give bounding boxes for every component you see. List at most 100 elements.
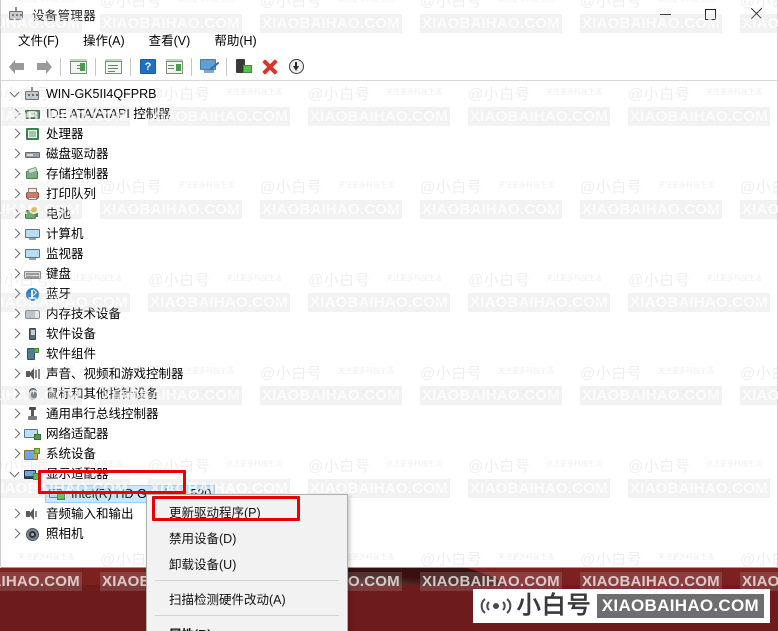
close-button[interactable]: [733, 0, 778, 28]
menu-action[interactable]: 操作(A): [71, 30, 137, 52]
tree-item-label: 电池: [46, 207, 72, 221]
menu-file[interactable]: 文件(F): [6, 30, 71, 52]
chevron-right-icon[interactable]: [8, 426, 24, 442]
tree-item-6[interactable]: 计算机: [0, 224, 778, 244]
properties-icon[interactable]: [100, 55, 126, 79]
toolbar-separator: [226, 57, 227, 76]
tree-item-content: 电池: [24, 206, 71, 222]
chevron-right-icon[interactable]: [8, 366, 24, 382]
site-logo: 小白号 XIAOBAIHAO.COM: [472, 589, 770, 623]
device-tree[interactable]: WIN-GK5II4QFPRB IDE ATA/ATAPI 控制器处理器磁盘驱动…: [0, 81, 778, 567]
tree-item-3[interactable]: 存储控制器: [0, 164, 778, 184]
tree-item-20[interactable]: 音频输入和输出: [0, 504, 778, 524]
chevron-right-icon[interactable]: [8, 206, 24, 222]
tree-root-row[interactable]: WIN-GK5II4QFPRB: [0, 84, 778, 104]
update-driver-icon[interactable]: [231, 55, 257, 79]
tree-item-9[interactable]: 蓝牙: [0, 284, 778, 304]
chevron-right-icon[interactable]: [8, 106, 24, 122]
tree-item-label: 显示适配器: [46, 467, 109, 481]
tree-item-5[interactable]: 电池: [0, 204, 778, 224]
chevron-right-icon[interactable]: [8, 286, 24, 302]
tree-item-label: 通用串行总线控制器: [46, 407, 159, 421]
display-adapter-icon: [24, 466, 41, 482]
tree-item-content: 键盘: [24, 266, 71, 282]
menu-view[interactable]: 查看(V): [137, 30, 203, 52]
chevron-right-icon[interactable]: [8, 246, 24, 262]
chevron-right-icon[interactable]: [8, 146, 24, 162]
tree-item-4[interactable]: 打印队列: [0, 184, 778, 204]
tree-item-label: 音频输入和输出: [46, 507, 134, 521]
tree-item-10[interactable]: 内存技术设备: [0, 304, 778, 324]
tree-item-label: 处理器: [46, 127, 84, 141]
chevron-right-icon[interactable]: [8, 406, 24, 422]
tree-item-content: IDE ATA/ATAPI 控制器: [24, 106, 171, 122]
tree-item-17[interactable]: 系统设备: [0, 444, 778, 464]
help-icon[interactable]: ?: [135, 55, 161, 79]
chevron-right-icon[interactable]: [8, 326, 24, 342]
forward-arrow-icon[interactable]: [30, 55, 56, 79]
chevron-right-icon[interactable]: [8, 526, 24, 542]
toolbar-separator: [95, 57, 96, 76]
chevron-right-icon[interactable]: [8, 166, 24, 182]
uninstall-device-icon[interactable]: [257, 55, 283, 79]
window-title: 设备管理器: [32, 8, 97, 23]
context-menu-separator: [155, 580, 339, 581]
chevron-right-icon[interactable]: [8, 306, 24, 322]
show-hide-action-pane-icon[interactable]: [161, 55, 187, 79]
tree-item-16[interactable]: 网络适配器: [0, 424, 778, 444]
tree-item-8[interactable]: 键盘: [0, 264, 778, 284]
tree-item-14[interactable]: 鼠标和其他指针设备: [0, 384, 778, 404]
tree-item-label: 磁盘驱动器: [46, 147, 109, 161]
chevron-right-icon[interactable]: [8, 386, 24, 402]
scan-hardware-changes-icon[interactable]: [196, 55, 222, 79]
computer-node-icon: [24, 226, 41, 242]
tree-item-7[interactable]: 监视器: [0, 244, 778, 264]
chevron-right-icon[interactable]: [8, 186, 24, 202]
disable-device-icon[interactable]: [283, 55, 309, 79]
show-hide-console-tree-icon[interactable]: [65, 55, 91, 79]
ctx-properties[interactable]: 属性(R): [147, 620, 347, 631]
tree-item-2[interactable]: 磁盘驱动器: [0, 144, 778, 164]
ctx-uninstall-device[interactable]: 卸载设备(U): [147, 550, 347, 576]
toolbar-separator: [60, 57, 61, 76]
chevron-down-icon[interactable]: [8, 86, 24, 102]
storage-controller-icon: [24, 166, 41, 182]
tree-item-0[interactable]: IDE ATA/ATAPI 控制器: [0, 104, 778, 124]
ctx-update-driver[interactable]: 更新驱动程序(P): [147, 498, 347, 524]
maximize-icon: [705, 8, 716, 20]
ctx-disable-device[interactable]: 禁用设备(D): [147, 524, 347, 550]
tree-item-label: 软件设备: [46, 327, 97, 341]
tree-item-1[interactable]: 处理器: [0, 124, 778, 144]
network-adapter-icon: [24, 426, 41, 442]
tree-item-15[interactable]: 通用串行总线控制器: [0, 404, 778, 424]
logo-text-cn: 小白号: [516, 592, 592, 619]
context-menu[interactable]: 更新驱动程序(P)禁用设备(D)卸载设备(U) 扫描检测硬件改动(A) 属性(R): [146, 494, 348, 631]
chevron-right-icon[interactable]: [8, 346, 24, 362]
chevron-right-icon[interactable]: [8, 226, 24, 242]
monitor-icon: [24, 246, 41, 262]
minimize-icon: [660, 13, 671, 15]
tree-item-19[interactable]: Intel(R) HD Graphics 520: [0, 484, 778, 504]
chevron-right-icon[interactable]: [8, 126, 24, 142]
window-controls: [643, 0, 778, 28]
chevron-down-icon[interactable]: [8, 466, 24, 482]
tree-item-12[interactable]: 软件组件: [0, 344, 778, 364]
maximize-button[interactable]: [688, 0, 733, 28]
back-arrow-icon[interactable]: [4, 55, 30, 79]
tree-item-label: 软件组件: [46, 347, 97, 361]
tree-item-13[interactable]: 声音、视频和游戏控制器: [0, 364, 778, 384]
menu-help[interactable]: 帮助(H): [202, 30, 268, 52]
tree-item-11[interactable]: 软件设备: [0, 324, 778, 344]
chevron-right-icon[interactable]: [8, 266, 24, 282]
tree-item-content: 照相机: [24, 526, 84, 542]
tree-item-18[interactable]: 显示适配器: [0, 464, 778, 484]
minimize-button[interactable]: [643, 0, 688, 28]
keyboard-icon: [24, 266, 41, 282]
tree-item-21[interactable]: 照相机: [0, 524, 778, 544]
chevron-right-icon[interactable]: [8, 446, 24, 462]
tree-item-content: 软件设备: [24, 326, 96, 342]
usb-controller-icon: [24, 406, 41, 422]
ctx-scan-hardware[interactable]: 扫描检测硬件改动(A): [147, 585, 347, 611]
chevron-right-icon[interactable]: [8, 506, 24, 522]
